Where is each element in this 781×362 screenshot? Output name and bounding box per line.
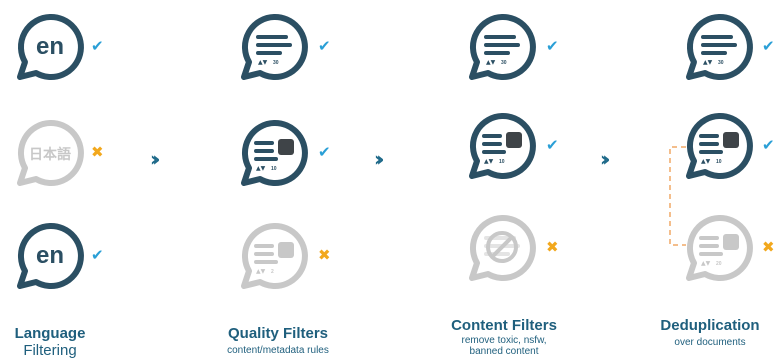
- svg-text:▲▼: ▲▼: [703, 59, 713, 66]
- svg-text:▲▼: ▲▼: [701, 260, 711, 267]
- column-subtitle: Filtering: [23, 342, 77, 359]
- document-image-bubble-icon: ▲▼ 2: [241, 222, 308, 289]
- check-icon: ✔: [762, 37, 775, 55]
- arrow-icon: ››: [374, 147, 385, 171]
- speech-bubble-icon: 日本語: [17, 119, 84, 186]
- speech-bubble-icon: en: [17, 13, 84, 80]
- cross-icon: ✖: [91, 143, 104, 161]
- document-image-bubble-icon: ▲▼ 10: [469, 112, 536, 179]
- document-bubble-icon: ▲▼ 30: [686, 13, 753, 80]
- score-label: 30: [273, 60, 279, 66]
- score-label: 30: [718, 60, 724, 66]
- score-label: 20: [716, 261, 722, 267]
- score-label: 30: [501, 60, 507, 66]
- column-subtitle-line-2: banned content: [469, 346, 539, 357]
- document-image-bubble-icon: ▲▼ 10: [686, 112, 753, 179]
- score-label: 10: [716, 159, 722, 165]
- check-icon: ✔: [91, 37, 104, 55]
- language-code-ja: 日本語: [29, 146, 71, 163]
- check-icon: ✔: [91, 246, 104, 264]
- score-label: 2: [271, 269, 274, 275]
- score-label: 10: [271, 166, 277, 172]
- check-icon: ✔: [762, 136, 775, 154]
- check-icon: ✔: [546, 37, 559, 55]
- speech-bubble-icon: en: [17, 222, 84, 289]
- svg-text:▲▼: ▲▼: [484, 158, 494, 165]
- column-subtitle-line-1: remove toxic, nsfw,: [461, 335, 547, 346]
- language-code-en: en: [36, 242, 64, 269]
- column-subtitle: content/metadata rules: [227, 345, 329, 356]
- score-label: 10: [499, 159, 505, 165]
- column-title: Quality Filters: [227, 325, 329, 342]
- cross-icon: ✖: [546, 238, 559, 256]
- check-icon: ✔: [318, 143, 331, 161]
- column-subtitle: over documents: [674, 337, 746, 348]
- document-image-bubble-icon: ▲▼ 10: [241, 119, 308, 186]
- document-bubble-icon: ▲▼ 30: [469, 13, 536, 80]
- arrow-icon: ››: [600, 147, 611, 171]
- column-title: Content Filters: [451, 317, 557, 334]
- svg-text:▲▼: ▲▼: [486, 59, 496, 66]
- svg-text:▲▼: ▲▼: [256, 165, 266, 172]
- svg-text:▲▼: ▲▼: [701, 158, 711, 165]
- column-title: Language: [14, 325, 86, 342]
- column-title: Deduplication: [660, 317, 760, 334]
- cross-icon: ✖: [318, 246, 331, 264]
- document-bubble-icon: ▲▼ 30: [241, 13, 308, 80]
- svg-text:▲▼: ▲▼: [258, 59, 268, 66]
- language-code-en: en: [36, 33, 64, 60]
- check-icon: ✔: [318, 37, 331, 55]
- svg-text:▲▼: ▲▼: [256, 268, 266, 275]
- check-icon: ✔: [546, 136, 559, 154]
- arrow-icon: ››: [150, 147, 161, 171]
- document-image-bubble-icon: ▲▼ 20: [686, 214, 753, 281]
- blocked-document-bubble-icon: [469, 214, 536, 281]
- cross-icon: ✖: [762, 238, 775, 256]
